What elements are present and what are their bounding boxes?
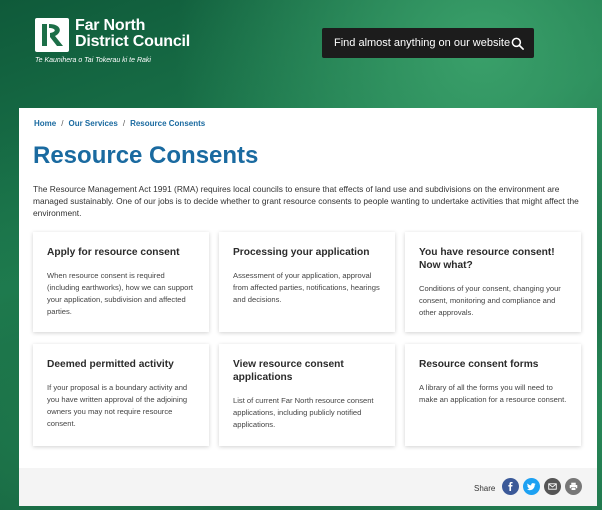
council-logo[interactable]: Far North District Council — [35, 18, 190, 52]
card-description: Conditions of your consent, changing you… — [419, 284, 561, 317]
card-description: Assessment of your application, approval… — [233, 271, 380, 304]
breadcrumb-resource-consents[interactable]: Resource Consents — [130, 119, 205, 128]
card-apply-resource-consent[interactable]: Apply for resource consent When resource… — [33, 232, 209, 332]
card-deemed-permitted-activity[interactable]: Deemed permitted activity If your propos… — [33, 344, 209, 446]
card-have-resource-consent[interactable]: You have resource consent! Now what? Con… — [405, 232, 581, 332]
search-input[interactable]: Find almost anything on our website — [334, 37, 511, 49]
card-title: Deemed permitted activity — [47, 359, 174, 370]
card-description: A library of all the forms you will need… — [419, 383, 567, 404]
card-title: You have resource consent! Now what? — [419, 247, 555, 271]
logo-line-1: Far North — [75, 17, 146, 34]
breadcrumb: Home / Our Services / Resource Consents — [34, 119, 205, 128]
card-title: View resource consent applications — [233, 359, 344, 383]
search-icon[interactable] — [511, 37, 524, 50]
breadcrumb-our-services[interactable]: Our Services — [68, 119, 117, 128]
site-search[interactable]: Find almost anything on our website — [322, 28, 534, 58]
share-facebook-button[interactable] — [502, 478, 519, 495]
card-processing-application[interactable]: Processing your application Assessment o… — [219, 232, 395, 332]
share-bar: Share — [19, 470, 597, 504]
twitter-icon — [527, 483, 536, 491]
card-title: Processing your application — [233, 247, 370, 258]
intro-text: The Resource Management Act 1991 (RMA) r… — [33, 184, 579, 218]
breadcrumb-home[interactable]: Home — [34, 119, 56, 128]
breadcrumb-separator: / — [61, 119, 64, 128]
logo-tagline: Te Kaunihera o Tai Tokerau ki te Raki — [35, 57, 151, 64]
card-description: List of current Far North resource conse… — [233, 396, 374, 429]
email-icon — [548, 483, 557, 490]
card-resource-consent-forms[interactable]: Resource consent forms A library of all … — [405, 344, 581, 446]
card-title: Resource consent forms — [419, 359, 539, 370]
logo-line-2: District Council — [75, 33, 191, 50]
card-description: If your proposal is a boundary activity … — [47, 383, 188, 428]
print-icon — [569, 482, 578, 491]
page-title: Resource Consents — [33, 142, 259, 169]
card-title: Apply for resource consent — [47, 247, 180, 258]
main-content: Home / Our Services / Resource Consents Reso… — [19, 108, 597, 506]
breadcrumb-separator: / — [122, 119, 126, 128]
card-description: When resource consent is required (inclu… — [47, 271, 194, 316]
share-twitter-button[interactable] — [523, 478, 540, 495]
site-header: Far North District Council Te Kaunihera … — [0, 0, 602, 108]
logo-text: Far North District Council — [75, 18, 190, 50]
council-logo-icon — [35, 18, 69, 52]
content-panel: Home / Our Services / Resource Consents Reso… — [19, 108, 597, 468]
card-view-consent-applications[interactable]: View resource consent applications List … — [219, 344, 395, 446]
share-label: Share — [474, 484, 496, 493]
share-email-button[interactable] — [544, 478, 561, 495]
facebook-icon — [508, 482, 513, 491]
share-print-button[interactable] — [565, 478, 582, 495]
